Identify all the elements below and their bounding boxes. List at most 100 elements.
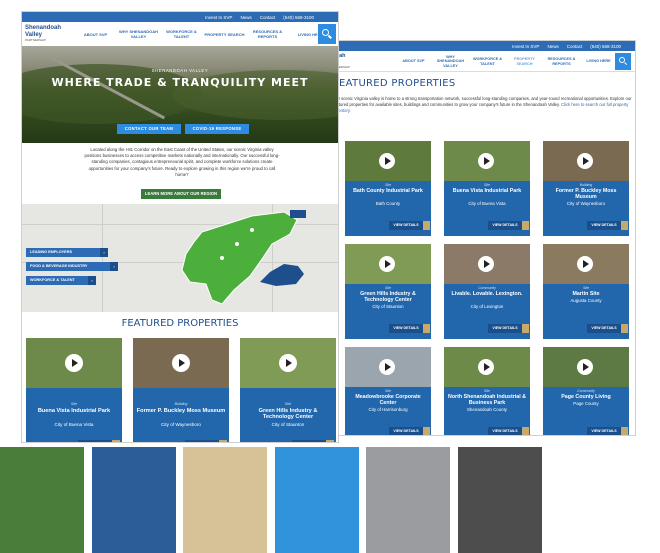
property-card[interactable]: Site Green Hills Industry & Technology Ce… xyxy=(345,244,431,339)
play-icon[interactable] xyxy=(577,256,593,272)
property-location: City of Waynesboro xyxy=(566,201,606,206)
main-nav: ndoah lley PARTNERSHIP ABOUT SVP WHY SHE… xyxy=(325,51,635,72)
property-card[interactable]: Community Livable. Lovable. Lexington. Cit… xyxy=(444,244,530,339)
view-details-button[interactable]: VIEW DETAILS xyxy=(389,324,423,333)
property-card[interactable]: Building Former P. Buckley Moss Museum Cit… xyxy=(543,141,629,236)
property-name: Bath County Industrial Park xyxy=(353,188,423,194)
property-name: Livable. Lovable. Lexington. xyxy=(451,291,523,297)
property-card[interactable]: Site North Shenandoah Industrial & Busine… xyxy=(444,347,530,435)
nav-item-property-search[interactable]: PROPERTY SEARCH xyxy=(203,32,246,37)
property-card[interactable]: Site Meadowbrooke Corporate Center City of… xyxy=(345,347,431,435)
search-icon-handle xyxy=(623,62,628,66)
arrow-icon xyxy=(621,427,628,435)
arrow-icon xyxy=(423,427,430,435)
play-icon[interactable] xyxy=(172,354,190,372)
logo-line-3: PARTNERSHIP xyxy=(25,38,47,42)
utility-link-news[interactable]: News xyxy=(547,44,558,49)
play-icon[interactable] xyxy=(279,354,297,372)
logo[interactable]: Shenandoah Valley PARTNERSHIP xyxy=(25,25,69,43)
map-marker xyxy=(220,256,224,260)
view-details-button[interactable]: VIEW DETAILS xyxy=(389,221,423,230)
nav-item-property-search[interactable]: PROPERTY SEARCH xyxy=(506,57,543,66)
valley-region-shape xyxy=(181,211,298,305)
nav-item-about[interactable]: ABOUT SVP xyxy=(395,59,432,64)
property-category: Site xyxy=(483,389,491,393)
view-details-button[interactable]: VIEW DETAILS xyxy=(78,440,112,442)
property-card[interactable]: Site Bath County Industrial Park Bath Coun… xyxy=(345,141,431,236)
contact-team-button[interactable]: CONTACT OUR TEAM xyxy=(117,124,181,134)
nav-item-resources[interactable]: RESOURCES & REPORTS xyxy=(543,57,580,66)
property-location: City of Buena Vista xyxy=(468,201,506,206)
play-icon[interactable] xyxy=(478,359,494,375)
design-presentation: Invest In SVP News Contact (540) 568-310… xyxy=(0,0,660,553)
property-location: City of Harrisonburg xyxy=(368,407,408,412)
search-button[interactable] xyxy=(318,24,336,44)
color-swatch xyxy=(366,447,450,553)
view-details-button[interactable]: VIEW DETAILS xyxy=(488,427,522,435)
property-card[interactable]: Site Martin Site Augusta County VIEW DETAIL… xyxy=(543,244,629,339)
utility-link-contact[interactable]: Contact xyxy=(260,15,276,20)
property-card[interactable]: Building Former P. Buckley Moss Museum Cit… xyxy=(133,338,229,442)
arrow-icon xyxy=(112,440,120,442)
play-icon[interactable] xyxy=(379,256,395,272)
property-name: Green Hills Industry & Technology Center xyxy=(360,291,416,303)
featured-properties-heading: FEATURED PROPERTIES xyxy=(121,318,239,329)
utility-link-contact[interactable]: Contact xyxy=(567,44,583,49)
nav-item-living[interactable]: LIVING HERE xyxy=(580,59,617,64)
view-details-button[interactable]: VIEW DETAILS xyxy=(587,427,621,435)
play-icon[interactable] xyxy=(577,153,593,169)
view-details-button[interactable]: VIEW DETAILS xyxy=(587,221,621,230)
view-details-button[interactable]: VIEW DETAILS xyxy=(587,324,621,333)
map-marker xyxy=(235,242,239,246)
valley-map-graphic xyxy=(181,210,306,305)
nav-item-workforce[interactable]: WORKFORCE & TALENT xyxy=(469,57,506,66)
color-swatch xyxy=(183,447,267,553)
color-swatch xyxy=(0,447,84,553)
property-location: City of Lexington xyxy=(470,304,504,309)
hero-kicker: SHENANDOAH VALLEY xyxy=(151,68,209,73)
view-details-button[interactable]: VIEW DETAILS xyxy=(185,440,219,442)
property-category: Building xyxy=(174,402,188,406)
chevron-right-icon: › xyxy=(110,262,118,271)
utility-phone[interactable]: (540) 568-3100 xyxy=(283,15,314,20)
utility-link-news[interactable]: News xyxy=(240,15,251,20)
view-details-button[interactable]: VIEW DETAILS xyxy=(488,324,522,333)
covid-response-button[interactable]: COVID-19 RESPONSE xyxy=(185,124,249,134)
property-card[interactable]: Site Buena Vista Industrial Park City of B… xyxy=(444,141,530,236)
play-icon[interactable] xyxy=(577,359,593,375)
leading-employers-button[interactable]: LEADING EMPLOYERS › xyxy=(26,248,108,257)
property-category: Site xyxy=(582,286,590,290)
play-icon[interactable] xyxy=(65,354,83,372)
region-map: LEADING EMPLOYERS › FOOD & BEVERAGE INDU… xyxy=(22,204,338,312)
nav-item-workforce[interactable]: WORKFORCE & TALENT xyxy=(160,29,203,39)
property-category: Community xyxy=(478,286,496,290)
nav-item-resources[interactable]: RESOURCES & REPORTS xyxy=(246,29,289,39)
view-details-button[interactable]: VIEW DETAILS xyxy=(389,427,423,435)
property-card[interactable]: Community Page County Living Page County VI… xyxy=(543,347,629,435)
nav-item-why[interactable]: WHY SHENANDOAH VALLEY xyxy=(117,29,160,39)
search-button[interactable] xyxy=(615,53,631,70)
food-beverage-button[interactable]: FOOD & BEVERAGE INDUSTRY › xyxy=(26,262,118,271)
property-name: Former P. Buckley Moss Museum xyxy=(136,408,226,414)
property-location: City of Staunton xyxy=(271,422,305,427)
play-icon[interactable] xyxy=(379,153,395,169)
property-card[interactable]: Site Buena Vista Industrial Park City of B… xyxy=(26,338,122,442)
region-intro: Located along the I-81 Corridor on the E… xyxy=(84,147,280,177)
play-icon[interactable] xyxy=(478,256,494,272)
view-details-button[interactable]: VIEW DETAILS xyxy=(292,440,326,442)
utility-link-invest[interactable]: Invest In SVP xyxy=(205,15,232,20)
utility-link-invest[interactable]: Invest In SVP xyxy=(512,44,539,49)
hero-banner: SHENANDOAH VALLEY WHERE TRADE & TRANQUIL… xyxy=(22,46,338,143)
property-card[interactable]: Site Green Hills Industry & Technology Ce… xyxy=(240,338,336,442)
color-swatch xyxy=(91,447,176,553)
play-icon[interactable] xyxy=(478,153,494,169)
play-icon[interactable] xyxy=(379,359,395,375)
view-details-button[interactable]: VIEW DETAILS xyxy=(488,221,522,230)
learn-more-button[interactable]: LEARN MORE ABOUT OUR REGION xyxy=(141,189,221,199)
nav-item-about[interactable]: ABOUT SVP xyxy=(74,32,117,37)
arrow-icon xyxy=(621,324,628,333)
utility-phone[interactable]: (540) 568-3100 xyxy=(590,44,621,49)
workforce-talent-label: WORKFORCE & TALENT xyxy=(30,278,75,282)
nav-item-why[interactable]: WHY SHENANDOAH VALLEY xyxy=(432,55,469,69)
workforce-talent-button[interactable]: WORKFORCE & TALENT › xyxy=(26,276,96,285)
